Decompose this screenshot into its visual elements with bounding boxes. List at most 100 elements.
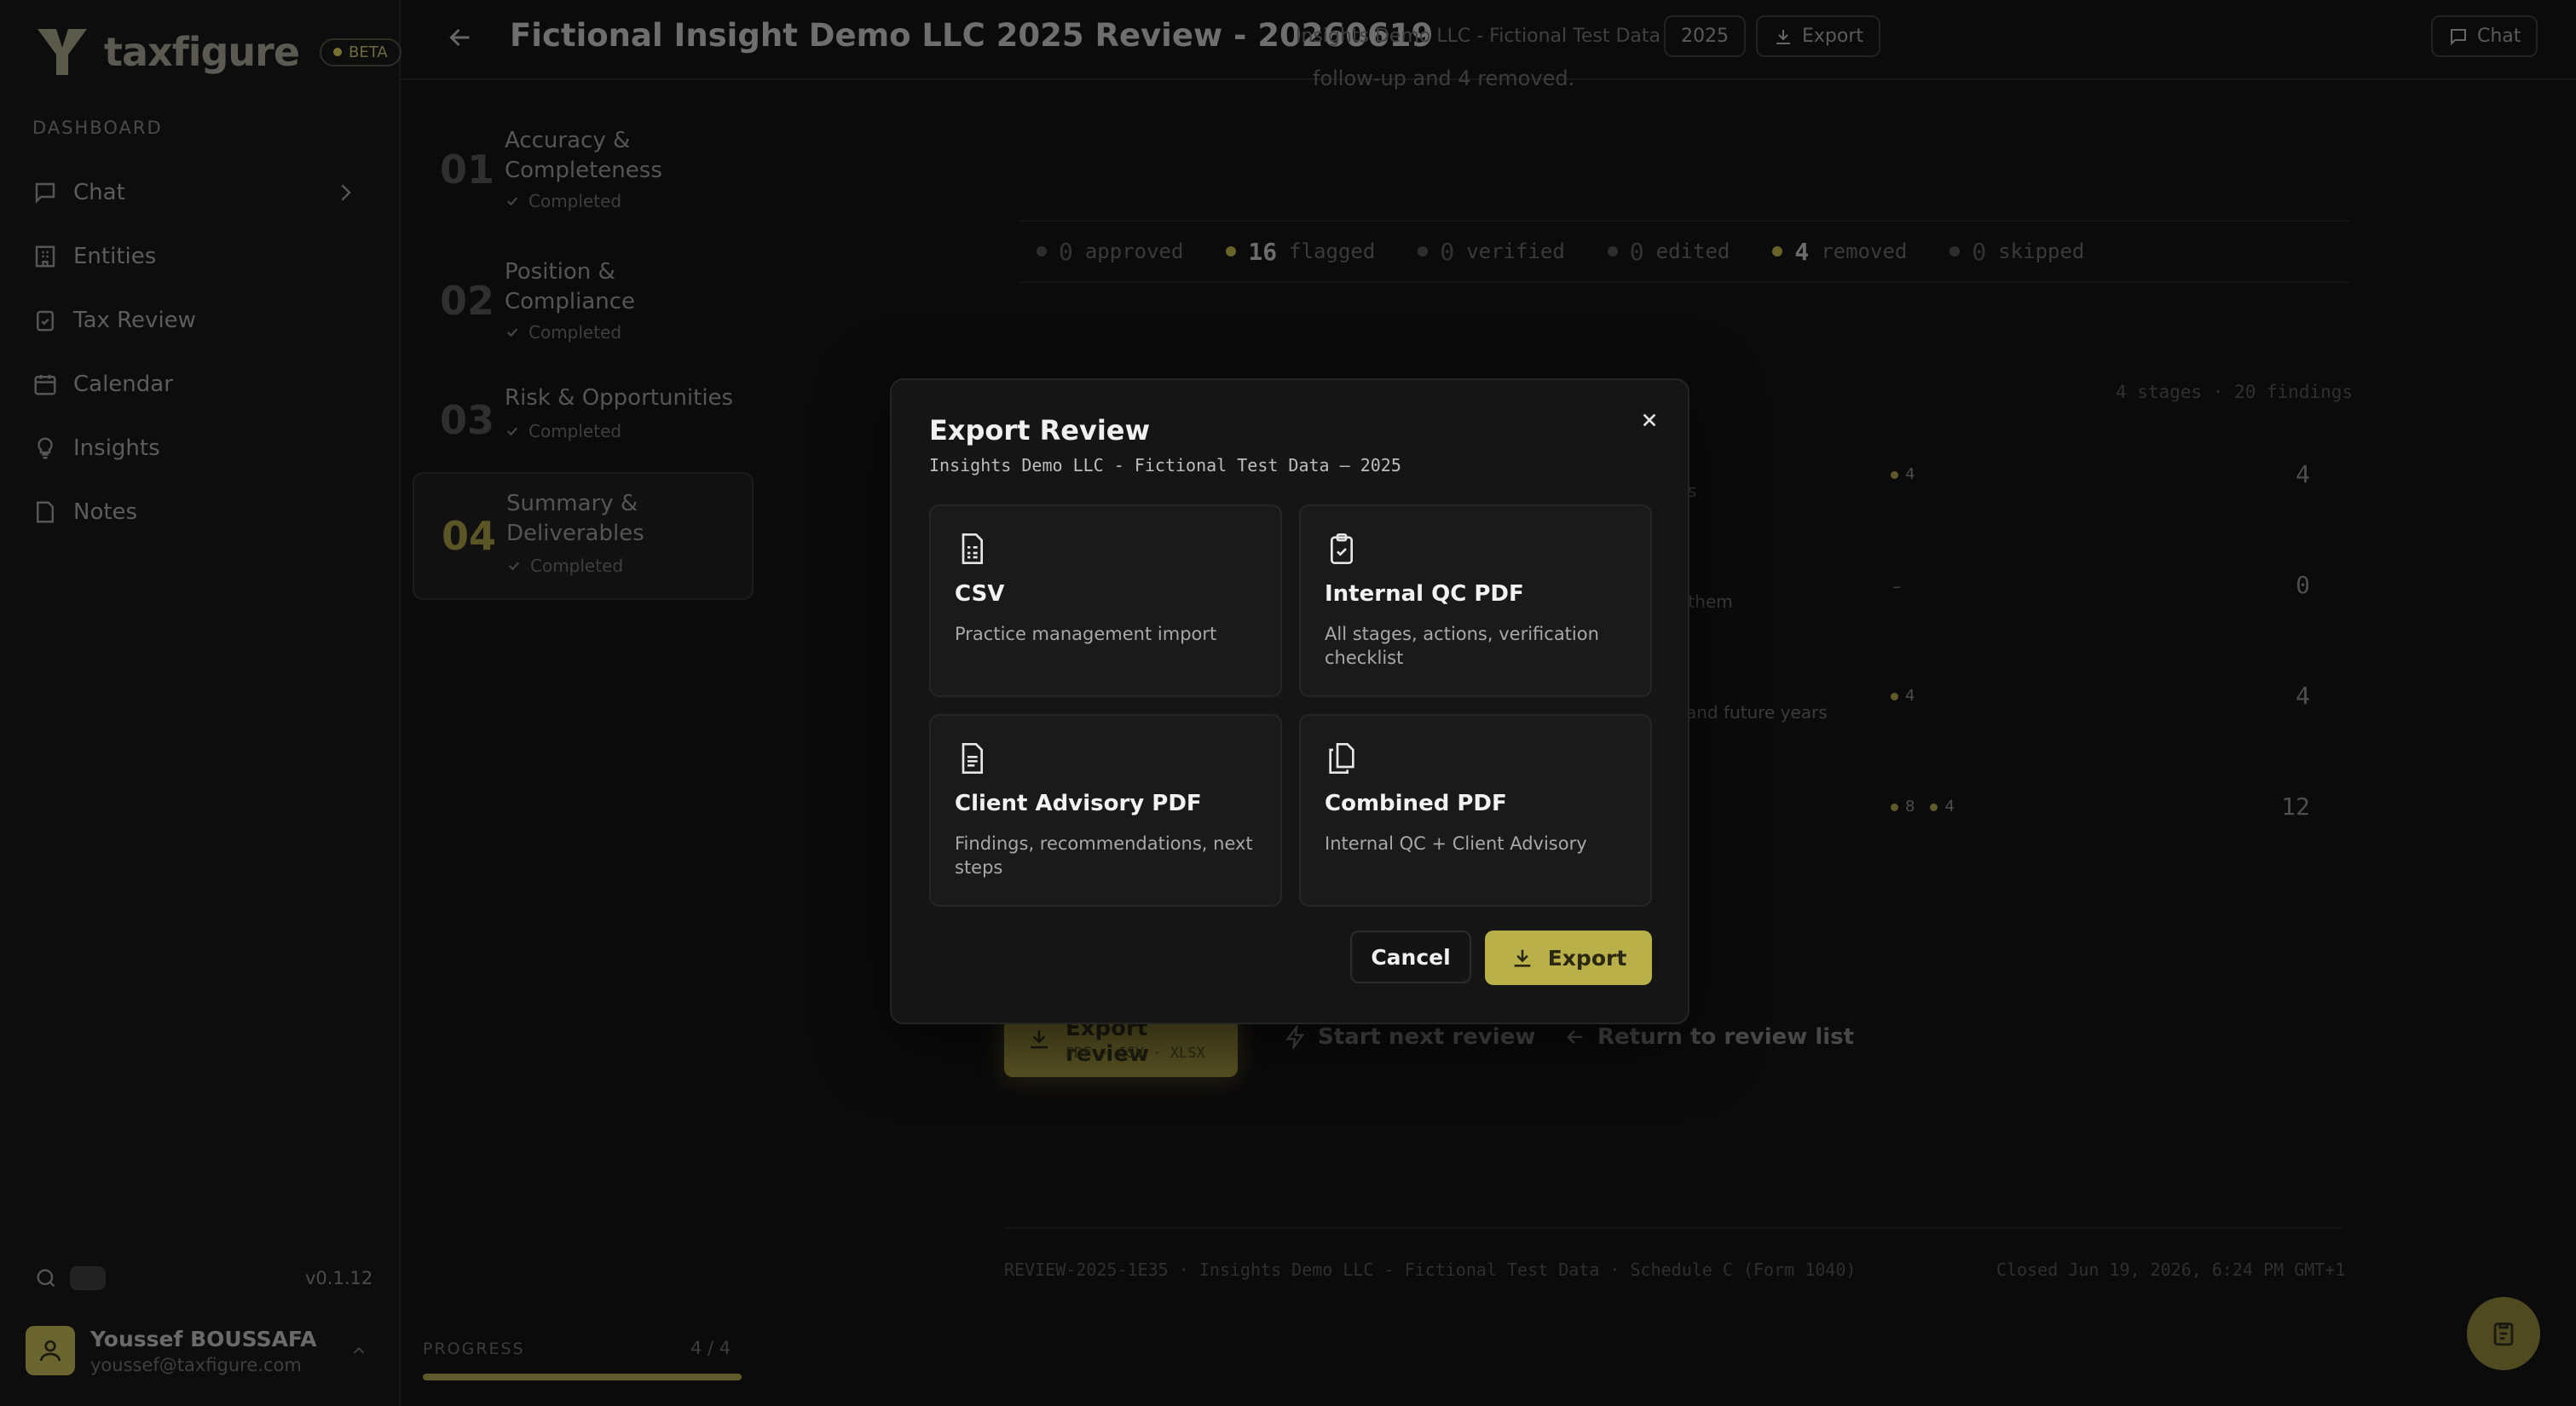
stage-item-02[interactable]: 02 Position & Compliance Completed — [413, 242, 754, 373]
stage-name: Risk & Opportunities — [505, 385, 734, 411]
stage-status: Completed — [505, 421, 621, 441]
export-button-label: Export — [1547, 945, 1627, 971]
brand-logo[interactable]: taxfigure BETA — [32, 22, 401, 82]
back-arrow-icon[interactable] — [445, 22, 476, 53]
user-menu[interactable]: Youssef BOUSSAFA youssef@taxfigure.com — [26, 1326, 316, 1375]
sidebar-item-label: Insights — [73, 435, 160, 461]
brand-name: taxfigure — [104, 29, 300, 75]
close-button[interactable] — [1635, 406, 1664, 435]
close-icon — [1643, 413, 1656, 427]
chat-icon — [2451, 28, 2466, 45]
footer-divider — [1004, 1227, 2342, 1229]
export-option-internal-qc-pdf[interactable]: Internal QC PDF All stages, actions, ver… — [1299, 504, 1652, 697]
summary-edited: 0 edited — [1607, 238, 1730, 266]
summary-verified: 0 verified — [1418, 238, 1565, 266]
year-chip[interactable]: 2025 — [1664, 15, 1746, 57]
sidebar-item-entities[interactable]: Entities — [32, 224, 373, 288]
stage-name: Summary & Deliverables — [506, 491, 644, 546]
lightning-icon — [1285, 1025, 1305, 1049]
download-icon — [1776, 29, 1790, 44]
summary-removed: 4 removed — [1772, 238, 1907, 266]
sidebar-item-tax-review[interactable]: Tax Review — [32, 288, 373, 352]
clipboard-check-icon — [1331, 533, 1353, 564]
sidebar-item-insights[interactable]: Insights — [32, 416, 373, 480]
check-icon — [508, 562, 520, 571]
sidebar-tools — [34, 1266, 106, 1290]
sidebar-item-label: Tax Review — [73, 307, 196, 333]
dialog-subtitle: Insights Demo LLC - Fictional Test Data … — [929, 455, 1401, 475]
export-button[interactable]: Export — [1485, 931, 1652, 985]
stage-name: Accuracy & Completeness — [505, 128, 662, 183]
option-title: Internal QC PDF — [1325, 581, 1524, 607]
row-count: 4 — [2296, 460, 2310, 488]
sidebar-item-label: Calendar — [73, 371, 173, 397]
header-chat-button[interactable]: Chat — [2431, 15, 2538, 57]
return-to-list-link[interactable]: Return to review list — [1563, 1024, 1854, 1050]
sidebar-item-chat[interactable]: Chat — [32, 160, 373, 224]
chevron-right-icon[interactable] — [332, 180, 358, 205]
calendar-icon — [34, 374, 56, 395]
note-icon — [37, 501, 54, 522]
floating-action-button[interactable] — [2467, 1297, 2540, 1370]
chevron-up-icon[interactable] — [349, 1341, 368, 1360]
stage-item-03[interactable]: 03 Risk & Opportunities Completed — [413, 373, 754, 467]
row-dots: 84 — [1891, 798, 1955, 815]
summary-skipped: 0 skipped — [1949, 238, 2084, 266]
search-icon[interactable] — [34, 1266, 58, 1290]
lightbulb-icon — [38, 436, 53, 458]
sidebar-item-label: Chat — [73, 179, 125, 205]
stage-name: Position & Compliance — [505, 259, 636, 314]
stages-meta: 4 stages · 20 findings — [2116, 382, 2354, 402]
spreadsheet-file-icon — [962, 533, 983, 564]
export-review-dialog: Export Review Insights Demo LLC - Fictio… — [890, 378, 1689, 1024]
option-description: Internal QC + Client Advisory — [1325, 833, 1587, 854]
version-label: v0.1.12 — [305, 1268, 373, 1288]
download-icon — [1514, 949, 1531, 967]
footer-review-info: REVIEW-2025-1E35 · Insights Demo LLC - F… — [1004, 1259, 1857, 1280]
sidebar-item-label: Notes — [73, 498, 138, 525]
option-title: Client Advisory PDF — [955, 791, 1202, 816]
user-email: youssef@taxfigure.com — [90, 1354, 302, 1375]
check-icon — [506, 197, 518, 206]
footer-closed-date: Closed Jun 19, 2026, 6:24 PM GMT+1 — [1996, 1259, 2346, 1280]
page-title: Fictional Insight Demo LLC 2025 Review -… — [510, 17, 1434, 54]
files-copy-icon — [1329, 743, 1354, 774]
stage-list: 01 Accuracy & Completeness Completed 02 … — [413, 111, 754, 600]
user-name: Youssef BOUSSAFA — [90, 1326, 317, 1351]
stage-status: Completed — [505, 191, 621, 211]
stage-status: Completed — [506, 556, 623, 576]
option-title: Combined PDF — [1325, 791, 1507, 816]
progress-bar — [423, 1374, 742, 1380]
row-dots: 4 — [1891, 687, 1915, 705]
stage-number: 04 — [442, 513, 497, 559]
export-option-combined-pdf[interactable]: Combined PDF Internal QC + Client Adviso… — [1299, 714, 1652, 907]
progress-count: 4 / 4 — [690, 1338, 731, 1358]
clipboard-icon — [2493, 1322, 2514, 1346]
row-count: 4 — [2296, 682, 2310, 710]
stage-number: 02 — [440, 278, 495, 324]
avatar — [26, 1326, 75, 1375]
row-count: 0 — [2296, 571, 2310, 599]
start-next-review-link[interactable]: Start next review — [1284, 1024, 1535, 1050]
download-icon — [1031, 1030, 1048, 1049]
sidebar-item-label: Entities — [73, 243, 157, 269]
finding-summary-bar: 0 approved 16 flagged 0 verified 0 edited 4r… — [1019, 220, 2349, 283]
cancel-button[interactable]: Cancel — [1350, 931, 1471, 983]
option-description: All stages, actions, verification checkl… — [1325, 624, 1599, 668]
stage-number: 01 — [440, 147, 495, 193]
row-dots: 4 — [1891, 465, 1915, 483]
header-export-button[interactable]: Export — [1756, 15, 1881, 57]
stage-item-01[interactable]: 01 Accuracy & Completeness Completed — [413, 111, 754, 242]
summary-flagged: 16 flagged — [1226, 238, 1375, 266]
sidebar-item-calendar[interactable]: Calendar — [32, 352, 373, 416]
sidebar-nav: Chat Entities Tax Review Calendar Insigh… — [32, 160, 373, 544]
summary-text-fragment: follow-up and 4 removed. — [1313, 66, 1575, 90]
sidebar-item-notes[interactable]: Notes — [32, 480, 373, 544]
check-icon — [506, 328, 518, 337]
stage-status: Completed — [505, 322, 621, 343]
dialog-title: Export Review — [929, 414, 1151, 447]
export-option-client-advisory-pdf[interactable]: Client Advisory PDF Findings, recommenda… — [929, 714, 1282, 907]
export-option-csv[interactable]: CSV Practice management import — [929, 504, 1282, 697]
stage-item-04[interactable]: 04 Summary & Deliverables Completed — [413, 472, 754, 600]
arrow-left-icon — [1567, 1030, 1583, 1044]
